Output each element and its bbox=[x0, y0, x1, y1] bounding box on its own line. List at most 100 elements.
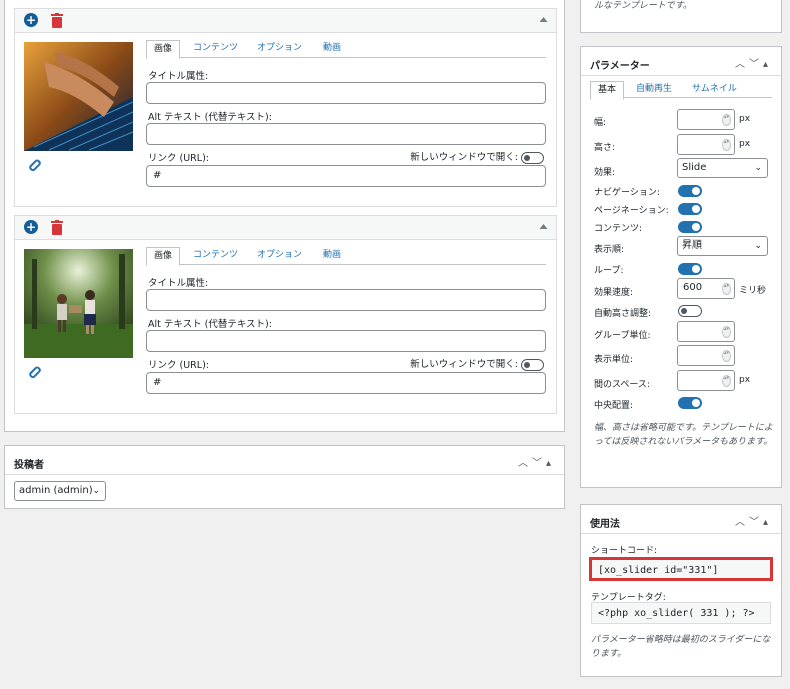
new-window-label: 新しいウィンドウで開く: bbox=[410, 152, 518, 163]
template-tag-field[interactable]: <?php xo_slider( 331 ); ?> bbox=[591, 602, 771, 624]
box-controls: ︿﹀▴ bbox=[518, 454, 555, 469]
tab-options[interactable]: オプション bbox=[257, 247, 302, 265]
shortcode-label: ショートコード: bbox=[591, 546, 658, 556]
title-attr-input[interactable] bbox=[146, 82, 546, 104]
tab-content[interactable]: コンテンツ bbox=[193, 247, 238, 265]
trash-icon[interactable] bbox=[50, 220, 64, 235]
speed-input[interactable]: 600 ▴▾ bbox=[677, 278, 735, 299]
center-label: 中央配置: bbox=[594, 401, 634, 411]
slide-header: + bbox=[15, 216, 556, 240]
link-url-label: リンク (URL): bbox=[148, 153, 209, 164]
effect-select[interactable]: Slide ⌄ bbox=[677, 158, 768, 178]
shortcode-field[interactable]: [xo_slider id="331"] bbox=[589, 557, 773, 581]
new-window-toggle[interactable] bbox=[521, 151, 544, 164]
navigation-toggle[interactable] bbox=[678, 185, 702, 197]
toggle-panel-icon[interactable]: ▴ bbox=[763, 517, 772, 528]
group-label: グループ単位: bbox=[594, 331, 651, 341]
tab-image[interactable]: 画像 bbox=[146, 40, 181, 59]
tab-content[interactable]: コンテンツ bbox=[193, 40, 238, 58]
slides-panel: + 画像 コンテンツ オプション 動画 タイトル属性: Alt テキスト (代替… bbox=[4, 0, 565, 432]
width-input[interactable]: ▴▾ bbox=[677, 109, 735, 130]
slide-tabs: 画像 コンテンツ オプション 動画 bbox=[146, 247, 546, 266]
chevron-down-icon: ⌄ bbox=[754, 241, 762, 251]
collapse-arrow-icon[interactable] bbox=[539, 222, 548, 231]
loop-label: ループ: bbox=[594, 266, 624, 276]
navigation-label: ナビゲーション: bbox=[594, 188, 660, 198]
toggle-panel-icon[interactable]: ▴ bbox=[763, 59, 772, 70]
tab-video[interactable]: 動画 bbox=[323, 40, 341, 58]
spinner-icon[interactable]: ▴▾ bbox=[722, 375, 731, 387]
alt-text-label: Alt テキスト (代替テキスト): bbox=[148, 112, 272, 123]
parameters-box: パラメーター ︿﹀▴ 基本 自動再生 サムネイル 幅: ▴▾ px 高さ: ▴▾… bbox=[580, 46, 782, 488]
add-slide-icon[interactable]: + bbox=[24, 220, 38, 234]
chevron-down-icon: ⌄ bbox=[92, 486, 100, 496]
move-down-icon[interactable]: ﹀ bbox=[532, 458, 546, 469]
title-attr-input[interactable] bbox=[146, 289, 546, 311]
spinner-icon[interactable]: ▴▾ bbox=[722, 139, 731, 151]
tab-image[interactable]: 画像 bbox=[146, 247, 181, 266]
pagination-toggle[interactable] bbox=[678, 203, 702, 215]
order-select-value: 昇順 bbox=[682, 240, 702, 251]
center-toggle[interactable] bbox=[678, 397, 702, 409]
link-url-label: リンク (URL): bbox=[148, 360, 209, 371]
alt-text-input[interactable] bbox=[146, 330, 546, 352]
new-window-label: 新しいウィンドウで開く: bbox=[410, 359, 518, 370]
box-controls: ︿﹀▴ bbox=[735, 55, 772, 70]
chevron-down-icon: ⌄ bbox=[754, 163, 762, 173]
usage-note: パラメーター省略時は最初のスライダーになります。 bbox=[591, 635, 771, 659]
spinner-icon[interactable]: ▴▾ bbox=[722, 114, 731, 126]
trash-icon[interactable] bbox=[50, 13, 64, 28]
group-input[interactable]: ▴▾ bbox=[677, 321, 735, 342]
tab-autoplay[interactable]: 自動再生 bbox=[636, 81, 672, 99]
author-box-title: 投稿者 bbox=[14, 460, 44, 471]
spinner-icon[interactable]: ▴▾ bbox=[722, 283, 731, 295]
link-url-input[interactable]: # bbox=[146, 372, 546, 394]
height-label: 高さ: bbox=[594, 143, 616, 153]
width-unit: px bbox=[739, 114, 751, 124]
usage-title: 使用法 bbox=[590, 519, 620, 530]
move-up-icon[interactable]: ︿ bbox=[518, 458, 532, 469]
move-down-icon[interactable]: ﹀ bbox=[749, 517, 763, 528]
space-input[interactable]: ▴▾ bbox=[677, 370, 735, 391]
toggle-panel-icon[interactable]: ▴ bbox=[546, 458, 555, 469]
move-down-icon[interactable]: ﹀ bbox=[749, 59, 763, 70]
order-select[interactable]: 昇順 ⌄ bbox=[677, 236, 768, 256]
title-attr-label: タイトル属性: bbox=[148, 71, 209, 82]
title-attr-label: タイトル属性: bbox=[148, 278, 209, 289]
collapse-arrow-icon[interactable] bbox=[539, 15, 548, 24]
new-window-toggle[interactable] bbox=[521, 358, 544, 371]
spinner-icon[interactable]: ▴▾ bbox=[722, 350, 731, 362]
tab-thumbnail[interactable]: サムネイル bbox=[692, 81, 737, 99]
alt-text-label: Alt テキスト (代替テキスト): bbox=[148, 319, 272, 330]
author-select[interactable]: admin (admin) ⌄ bbox=[14, 481, 106, 501]
height-input[interactable]: ▴▾ bbox=[677, 134, 735, 155]
space-label: 間のスペース: bbox=[594, 380, 650, 390]
effect-label: 効果: bbox=[594, 168, 616, 178]
parameters-title: パラメーター bbox=[590, 61, 650, 72]
display-unit-label: 表示単位: bbox=[594, 355, 634, 365]
edit-pencil-icon[interactable] bbox=[27, 365, 43, 381]
slide-item: + 画像 コンテンツ オプション 動画 タイトル属性: Alt テキスト (代替… bbox=[14, 215, 557, 414]
tab-video[interactable]: 動画 bbox=[323, 247, 341, 265]
move-up-icon[interactable]: ︿ bbox=[735, 517, 749, 528]
space-unit: px bbox=[739, 375, 751, 385]
edit-pencil-icon[interactable] bbox=[27, 158, 43, 174]
content-toggle[interactable] bbox=[678, 221, 702, 233]
tab-basic[interactable]: 基本 bbox=[590, 81, 625, 100]
slide-item: + 画像 コンテンツ オプション 動画 タイトル属性: Alt テキスト (代替… bbox=[14, 8, 557, 207]
display-unit-input[interactable]: ▴▾ bbox=[677, 345, 735, 366]
author-select-value: admin (admin) bbox=[19, 485, 93, 496]
new-window-control: 新しいウィンドウで開く: bbox=[410, 149, 544, 164]
spinner-icon[interactable]: ▴▾ bbox=[722, 326, 731, 338]
content-label: コンテンツ: bbox=[594, 224, 643, 234]
author-box: 投稿者 ︿﹀▴ admin (admin) ⌄ bbox=[4, 445, 565, 509]
add-slide-icon[interactable]: + bbox=[24, 13, 38, 27]
autoheight-toggle[interactable] bbox=[678, 305, 702, 317]
loop-toggle[interactable] bbox=[678, 263, 702, 275]
alt-text-input[interactable] bbox=[146, 123, 546, 145]
slide-tabs: 画像 コンテンツ オプション 動画 bbox=[146, 40, 546, 59]
link-url-input[interactable]: # bbox=[146, 165, 546, 187]
tab-options[interactable]: オプション bbox=[257, 40, 302, 58]
move-up-icon[interactable]: ︿ bbox=[735, 59, 749, 70]
parameters-note: 幅、高さは省略可能です。テンプレートによっては反映されないパラメータもあります。 bbox=[594, 423, 773, 447]
